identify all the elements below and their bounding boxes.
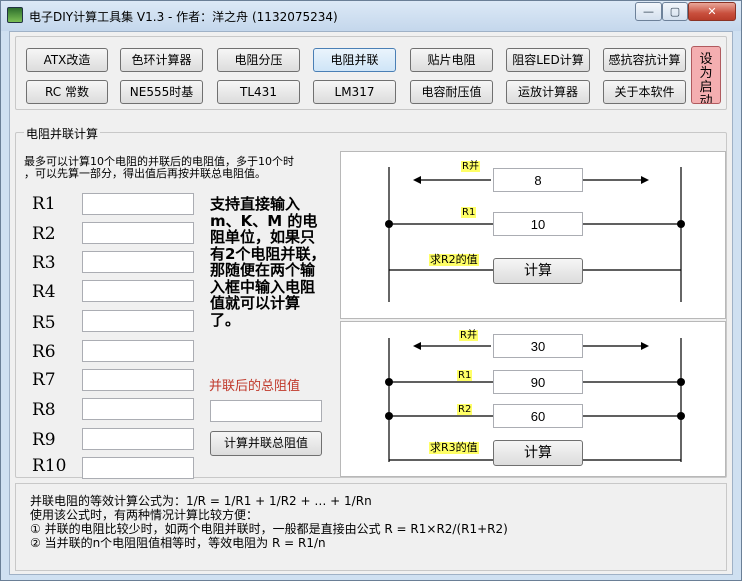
diagram2-r2-input[interactable] bbox=[493, 404, 583, 428]
diagram-three-resistors: R并 R1 R2 求R3的值 计算 bbox=[340, 321, 726, 477]
section-title: 电阻并联计算 bbox=[24, 125, 101, 142]
reactance-button[interactable]: 感抗容抗计算 bbox=[603, 48, 686, 72]
diagram2-calc-button[interactable]: 计算 bbox=[493, 440, 583, 466]
opamp-button[interactable]: 运放计算器 bbox=[506, 80, 590, 104]
client-area: ATX改造 色环计算器 电阻分压 电阻并联 贴片电阻 阻容LED计算 感抗容抗计… bbox=[9, 31, 733, 575]
label-r-total-1: R并 bbox=[461, 161, 480, 172]
tl431-button[interactable]: TL431 bbox=[217, 80, 300, 104]
set-startup-button[interactable]: 设为启动首页 bbox=[691, 46, 721, 104]
total-label: 并联后的总阻值 bbox=[209, 379, 301, 394]
maximize-button[interactable]: ▢ bbox=[662, 2, 688, 21]
r7-label: R7 bbox=[32, 370, 56, 390]
r7-input[interactable] bbox=[82, 369, 194, 391]
r1-input[interactable] bbox=[82, 193, 194, 215]
r6-input[interactable] bbox=[82, 340, 194, 362]
atx-button[interactable]: ATX改造 bbox=[26, 48, 108, 72]
r9-input[interactable] bbox=[82, 428, 194, 450]
diagram-two-resistors: R并 R1 求R2的值 计算 bbox=[340, 151, 726, 319]
r5-label: R5 bbox=[32, 313, 56, 333]
r5-input[interactable] bbox=[82, 310, 194, 332]
total-output[interactable] bbox=[210, 400, 322, 422]
rc-constant-button[interactable]: RC 常数 bbox=[26, 80, 108, 104]
window-title: 电子DIY计算工具集 V1.3 - 作者：洋之舟 (1132075234) bbox=[29, 10, 338, 24]
led-calc-button[interactable]: 阻容LED计算 bbox=[506, 48, 590, 72]
calc-total-button[interactable]: 计算并联总阻值 bbox=[210, 431, 322, 456]
r3-input[interactable] bbox=[82, 251, 194, 273]
r1-label: R1 bbox=[32, 194, 56, 214]
cap-voltage-button[interactable]: 电容耐压值 bbox=[410, 80, 493, 104]
label-find-r3: 求R3的值 bbox=[429, 441, 479, 454]
label-r1-2: R1 bbox=[457, 370, 473, 381]
formula-info-box: 并联电阻的等效计算公式为：1/R = 1/R1 + 1/R2 + … + 1/R… bbox=[15, 483, 727, 571]
diagram1-r1-input[interactable] bbox=[493, 212, 583, 236]
r4-label: R4 bbox=[32, 282, 56, 302]
r2-label: R2 bbox=[32, 224, 56, 244]
app-icon bbox=[7, 7, 23, 23]
r8-label: R8 bbox=[32, 400, 56, 420]
about-button[interactable]: 关于本软件 bbox=[603, 80, 686, 104]
r3-label: R3 bbox=[32, 253, 56, 273]
label-r1-1: R1 bbox=[461, 207, 477, 218]
app-window: 电子DIY计算工具集 V1.3 - 作者：洋之舟 (1132075234) — … bbox=[0, 0, 742, 581]
voltage-divider-button[interactable]: 电阻分压 bbox=[217, 48, 300, 72]
label-r-total-2: R并 bbox=[459, 330, 478, 341]
lm317-button[interactable]: LM317 bbox=[313, 80, 396, 104]
r9-label: R9 bbox=[32, 430, 56, 450]
title-bar[interactable]: 电子DIY计算工具集 V1.3 - 作者：洋之舟 (1132075234) — … bbox=[1, 1, 741, 31]
diagram1-calc-button[interactable]: 计算 bbox=[493, 258, 583, 284]
r2-input[interactable] bbox=[82, 222, 194, 244]
label-r2-2: R2 bbox=[457, 404, 473, 415]
r4-input[interactable] bbox=[82, 280, 194, 302]
parallel-resistor-button[interactable]: 电阻并联 bbox=[313, 48, 396, 72]
diagram2-total-input[interactable] bbox=[493, 334, 583, 358]
info-line-4: ② 当并联的n个电阻阻值相等时，等效电阻为 R = R1/n bbox=[30, 536, 326, 550]
r10-label: R10 bbox=[32, 456, 67, 476]
color-ring-button[interactable]: 色环计算器 bbox=[120, 48, 203, 72]
close-button[interactable]: ✕ bbox=[688, 2, 736, 21]
input-tip: 支持直接输入m、K、M 的电阻单位，如果只有2个电阻并联，那随便在两个输入框中输… bbox=[210, 195, 326, 329]
r6-label: R6 bbox=[32, 342, 56, 362]
diagram2-r1-input[interactable] bbox=[493, 370, 583, 394]
minimize-button[interactable]: — bbox=[635, 2, 662, 21]
label-find-r2: 求R2的值 bbox=[429, 253, 479, 266]
r8-input[interactable] bbox=[82, 398, 194, 420]
section-desc-2: ，可以先算一部分，得出值后再按并联总电阻值。 bbox=[24, 167, 266, 180]
ne555-button[interactable]: NE555时基 bbox=[120, 80, 203, 104]
r10-input[interactable] bbox=[82, 457, 194, 479]
smd-resistor-button[interactable]: 贴片电阻 bbox=[410, 48, 493, 72]
diagram1-total-input[interactable] bbox=[493, 168, 583, 192]
